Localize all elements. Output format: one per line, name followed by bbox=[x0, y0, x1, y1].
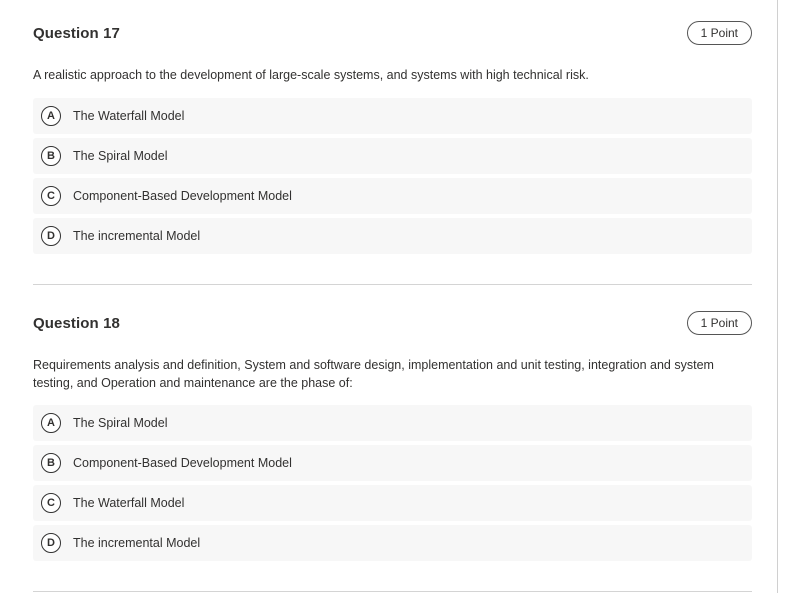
option-b[interactable]: B Component-Based Development Model bbox=[33, 445, 752, 481]
points-badge: 1 Point bbox=[686, 21, 752, 45]
question-title: Question 17 bbox=[33, 25, 120, 42]
option-letter: A bbox=[41, 413, 61, 433]
option-d[interactable]: D The incremental Model bbox=[33, 525, 752, 561]
question-divider bbox=[33, 284, 752, 285]
option-label: The Waterfall Model bbox=[73, 496, 185, 510]
question-divider bbox=[33, 591, 752, 592]
option-label: Component-Based Development Model bbox=[73, 189, 292, 203]
options-list: A The Spiral Model B Component-Based Dev… bbox=[33, 405, 752, 561]
options-list: A The Waterfall Model B The Spiral Model… bbox=[33, 98, 752, 254]
option-label: The incremental Model bbox=[73, 536, 201, 550]
option-letter: B bbox=[41, 146, 61, 166]
option-label: The Waterfall Model bbox=[73, 109, 185, 123]
option-letter: C bbox=[41, 493, 61, 513]
question-card: Question 17 1 Point A realistic approach… bbox=[33, 20, 752, 258]
option-d[interactable]: D The incremental Model bbox=[33, 218, 752, 254]
question-card: Question 18 1 Point Requirements analysi… bbox=[33, 310, 752, 565]
option-b[interactable]: B The Spiral Model bbox=[33, 138, 752, 174]
option-c[interactable]: C Component-Based Development Model bbox=[33, 178, 752, 214]
option-label: The Spiral Model bbox=[73, 149, 168, 163]
option-letter: A bbox=[41, 106, 61, 126]
option-a[interactable]: A The Spiral Model bbox=[33, 405, 752, 441]
option-letter: D bbox=[41, 533, 61, 553]
scrollbar-edge bbox=[777, 0, 778, 593]
option-c[interactable]: C The Waterfall Model bbox=[33, 485, 752, 521]
option-letter: C bbox=[41, 186, 61, 206]
question-title: Question 18 bbox=[33, 315, 120, 332]
option-label: Component-Based Development Model bbox=[73, 456, 292, 470]
question-header: Question 18 1 Point bbox=[33, 310, 752, 338]
option-label: The Spiral Model bbox=[73, 416, 168, 430]
question-header: Question 17 1 Point bbox=[33, 20, 752, 48]
question-text: A realistic approach to the development … bbox=[33, 68, 589, 82]
points-badge: 1 Point bbox=[686, 311, 752, 335]
option-a[interactable]: A The Waterfall Model bbox=[33, 98, 752, 134]
option-letter: D bbox=[41, 226, 61, 246]
question-text: Requirements analysis and definition, Sy… bbox=[33, 358, 714, 390]
option-letter: B bbox=[41, 453, 61, 473]
option-label: The incremental Model bbox=[73, 229, 201, 243]
